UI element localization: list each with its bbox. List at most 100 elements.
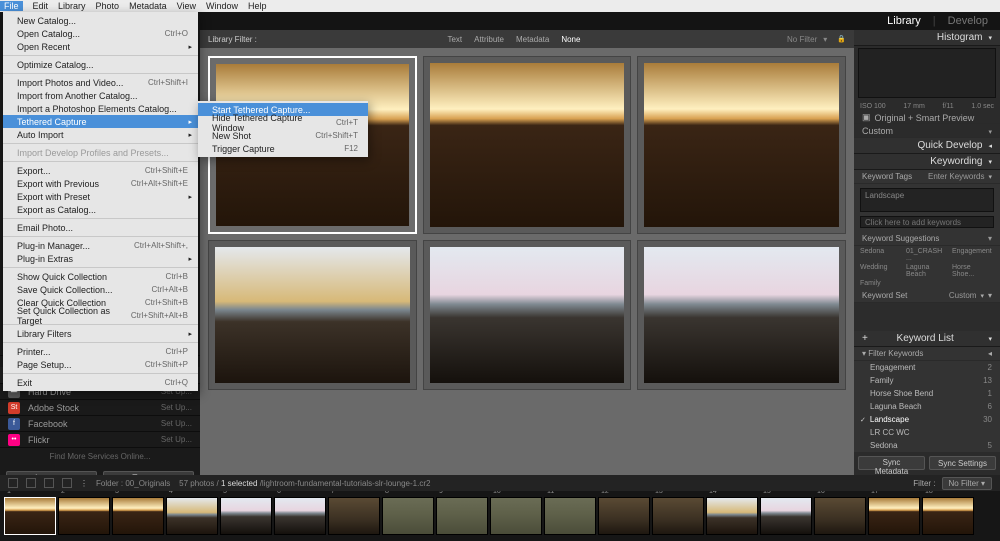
- keyword-suggestion[interactable]: Engagement: [952, 248, 994, 262]
- filmstrip-thumb[interactable]: 4: [166, 497, 218, 535]
- menu-item[interactable]: Plug-in Extras▸: [3, 252, 198, 265]
- keyword-list-header[interactable]: +Keyword List▾: [854, 331, 1000, 347]
- menu-view[interactable]: View: [177, 1, 196, 11]
- filmstrip-thumb[interactable]: 15: [760, 497, 812, 535]
- filter-lock-icon[interactable]: 🔒: [837, 35, 846, 43]
- module-library[interactable]: Library: [887, 15, 921, 27]
- menu-item[interactable]: Import Photos and Video...Ctrl+Shift+I: [3, 76, 198, 89]
- keyword-suggestion[interactable]: Horse Shoe...: [952, 264, 994, 278]
- grid-cell-5[interactable]: [423, 240, 632, 390]
- quick-develop-custom[interactable]: Custom: [854, 124, 1000, 138]
- menu-item[interactable]: Export with Preset▸: [3, 190, 198, 203]
- module-develop[interactable]: Develop: [948, 15, 988, 27]
- menu-help[interactable]: Help: [248, 1, 267, 11]
- keyword-suggestion[interactable]: 01_CRASH ...: [906, 248, 948, 262]
- submenu-item[interactable]: New ShotCtrl+Shift+T: [198, 129, 368, 142]
- menu-file[interactable]: File: [0, 1, 23, 11]
- no-filter-dropdown[interactable]: No Filter: [787, 35, 817, 44]
- menu-item[interactable]: Export as Catalog...: [3, 203, 198, 216]
- menu-item[interactable]: Export with PreviousCtrl+Alt+Shift+E: [3, 177, 198, 190]
- filmstrip-thumb[interactable]: 18: [922, 497, 974, 535]
- menu-item[interactable]: New Catalog...: [3, 14, 198, 27]
- submenu-item[interactable]: Trigger CaptureF12: [198, 142, 368, 155]
- keyword-set-row[interactable]: Keyword SetCustom▾: [854, 289, 1000, 303]
- add-keyword-input[interactable]: [860, 216, 994, 228]
- menu-item[interactable]: Tethered Capture▸: [3, 115, 198, 128]
- view-mode-grid-icon[interactable]: [8, 478, 18, 488]
- keyword-list-item[interactable]: Sedona5: [854, 439, 1000, 452]
- filter-tab-text[interactable]: Text: [447, 35, 462, 44]
- keyword-list-item[interactable]: Engagement2: [854, 361, 1000, 374]
- filmstrip-thumb[interactable]: 5: [220, 497, 272, 535]
- grid-cell-3[interactable]: [637, 56, 846, 234]
- keyword-list-item[interactable]: Landscape30: [854, 413, 1000, 426]
- menu-item[interactable]: Open Catalog...Ctrl+O: [3, 27, 198, 40]
- filmstrip-thumb[interactable]: 14: [706, 497, 758, 535]
- filmstrip-thumb[interactable]: 10: [490, 497, 542, 535]
- menu-item[interactable]: Export...Ctrl+Shift+E: [3, 164, 198, 177]
- filmstrip-thumb[interactable]: 9: [436, 497, 488, 535]
- grid-cell-4[interactable]: [208, 240, 417, 390]
- keyword-suggestions-header[interactable]: Keyword Suggestions▾: [854, 232, 1000, 246]
- keyword-list-item[interactable]: LR CC WC: [854, 426, 1000, 439]
- filter-tab-attribute[interactable]: Attribute: [474, 35, 504, 44]
- publish-service[interactable]: fFacebookSet Up...: [0, 415, 200, 431]
- sync-settings-button[interactable]: Sync Settings: [929, 456, 996, 470]
- keyword-suggestion[interactable]: Sedona: [860, 248, 902, 262]
- keyword-suggestion[interactable]: Laguna Beach: [906, 264, 948, 278]
- view-mode-compare-icon[interactable]: [44, 478, 54, 488]
- menu-item[interactable]: Import from Another Catalog...: [3, 89, 198, 102]
- menu-edit[interactable]: Edit: [33, 1, 49, 11]
- menu-item[interactable]: Plug-in Manager...Ctrl+Alt+Shift+,: [3, 239, 198, 252]
- menu-item[interactable]: ExitCtrl+Q: [3, 376, 198, 389]
- keyword-tags-row[interactable]: Keyword TagsEnter Keywords: [854, 170, 1000, 184]
- filmstrip-thumb[interactable]: 13: [652, 497, 704, 535]
- menu-item[interactable]: Email Photo...: [3, 221, 198, 234]
- histogram-header[interactable]: Histogram▾: [854, 30, 1000, 46]
- os-menubar[interactable]: File Edit Library Photo Metadata View Wi…: [0, 0, 1000, 12]
- menu-item[interactable]: Save Quick Collection...Ctrl+Alt+B: [3, 283, 198, 296]
- keyword-list-item[interactable]: Laguna Beach6: [854, 400, 1000, 413]
- filter-tab-metadata[interactable]: Metadata: [516, 35, 549, 44]
- filmstrip-thumb[interactable]: 6: [274, 497, 326, 535]
- keyword-list-item[interactable]: Family13: [854, 374, 1000, 387]
- filmstrip-thumb[interactable]: 17: [868, 497, 920, 535]
- filter-preset-dropdown[interactable]: No Filter ▾: [942, 477, 992, 490]
- filmstrip-thumb[interactable]: 11: [544, 497, 596, 535]
- keyword-textarea[interactable]: Landscape: [860, 188, 994, 212]
- keywording-header[interactable]: Keywording▾: [854, 154, 1000, 170]
- submenu-item[interactable]: Hide Tethered Capture WindowCtrl+T: [198, 116, 368, 129]
- grid-cell-2[interactable]: [423, 56, 632, 234]
- menu-item[interactable]: Printer...Ctrl+P: [3, 345, 198, 358]
- filter-tab-none[interactable]: None: [561, 35, 580, 44]
- filmstrip-thumb[interactable]: 7: [328, 497, 380, 535]
- menu-item[interactable]: Import Develop Profiles and Presets...: [3, 146, 198, 159]
- menu-item[interactable]: Import a Photoshop Elements Catalog...: [3, 102, 198, 115]
- file-menu[interactable]: New Catalog...Open Catalog...Ctrl+OOpen …: [3, 12, 198, 391]
- grid-cell-6[interactable]: [637, 240, 846, 390]
- view-mode-loupe-icon[interactable]: [26, 478, 36, 488]
- filmstrip-thumb[interactable]: 8: [382, 497, 434, 535]
- keyword-suggestion[interactable]: Family: [860, 280, 902, 287]
- filmstrip-thumb[interactable]: 12: [598, 497, 650, 535]
- quick-develop-header[interactable]: Quick Develop◂: [854, 138, 1000, 154]
- publish-service[interactable]: StAdobe StockSet Up...: [0, 399, 200, 415]
- view-mode-survey-icon[interactable]: [62, 478, 72, 488]
- keyword-suggestion[interactable]: [952, 280, 994, 287]
- menu-item[interactable]: Show Quick CollectionCtrl+B: [3, 270, 198, 283]
- menu-metadata[interactable]: Metadata: [129, 1, 167, 11]
- find-more-services[interactable]: Find More Services Online...: [0, 447, 200, 465]
- menu-item[interactable]: Library Filters▸: [3, 327, 198, 340]
- tethered-capture-submenu[interactable]: Start Tethered Capture...Hide Tethered C…: [198, 101, 368, 157]
- publish-service[interactable]: ••FlickrSet Up...: [0, 431, 200, 447]
- menu-item[interactable]: Auto Import▸: [3, 128, 198, 141]
- filter-keywords-row[interactable]: ▾ Filter Keywords◂: [854, 347, 1000, 361]
- filmstrip-thumb[interactable]: 2: [58, 497, 110, 535]
- menu-item[interactable]: Page Setup...Ctrl+Shift+P: [3, 358, 198, 371]
- keyword-suggestion[interactable]: [906, 280, 948, 287]
- filmstrip-thumb[interactable]: 3: [112, 497, 164, 535]
- menu-library[interactable]: Library: [58, 1, 86, 11]
- menu-item[interactable]: Open Recent▸: [3, 40, 198, 53]
- filmstrip[interactable]: 123456789101112131415161718: [0, 491, 1000, 541]
- filmstrip-thumb[interactable]: 1: [4, 497, 56, 535]
